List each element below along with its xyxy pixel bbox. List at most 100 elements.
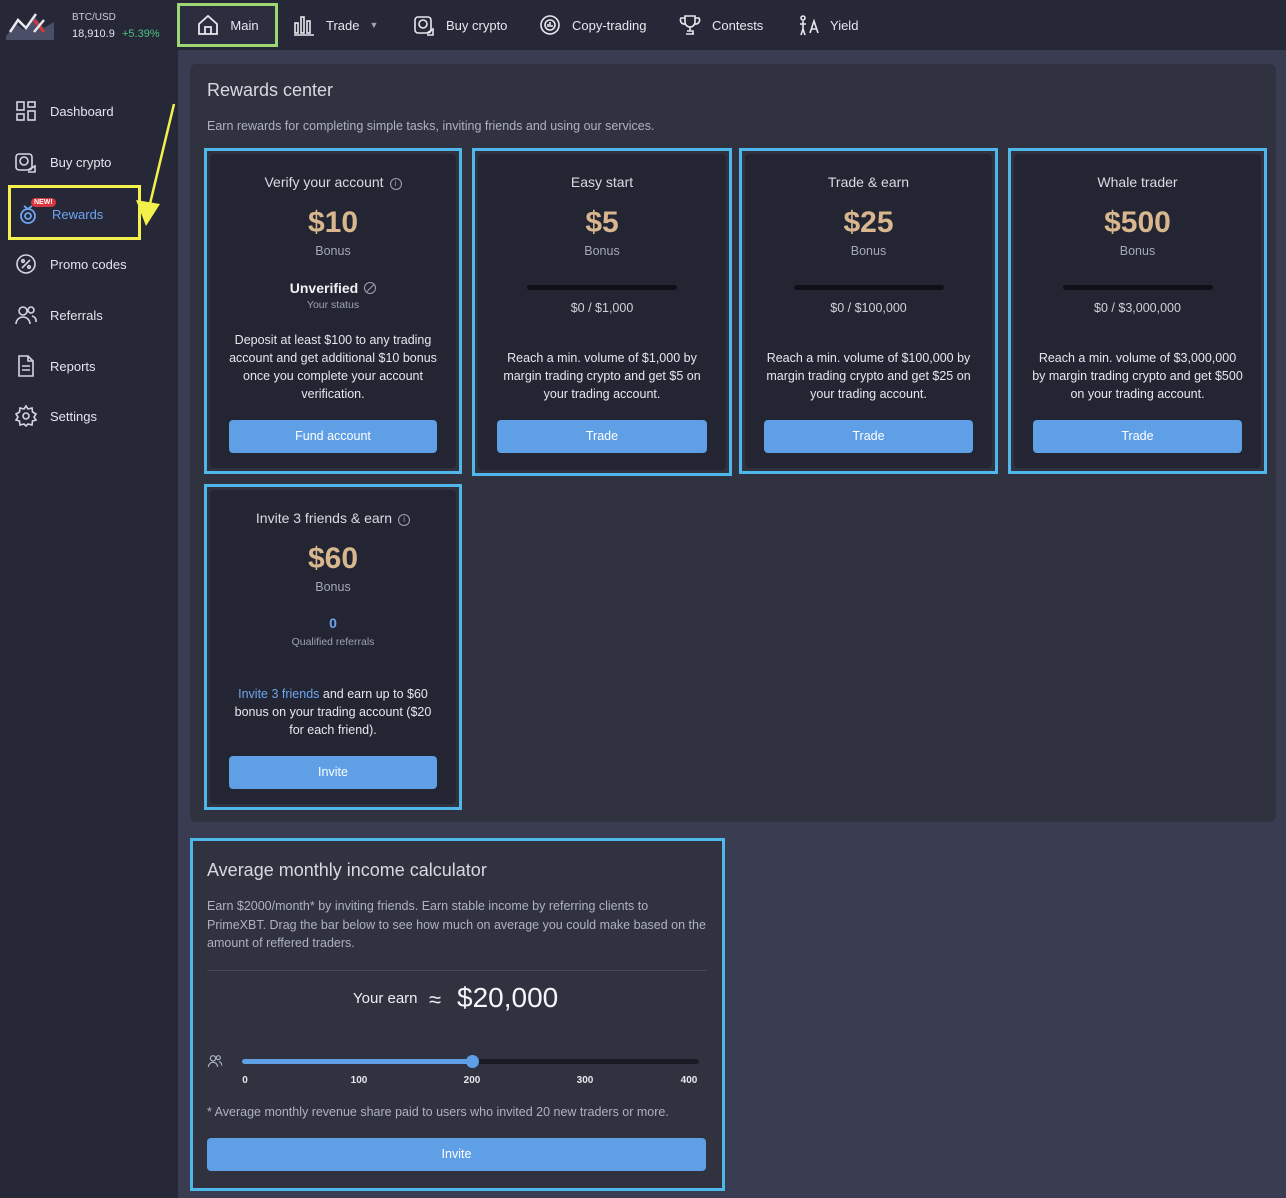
home-icon: [198, 14, 219, 35]
trophy-icon: [679, 15, 701, 35]
footnote: * Average monthly revenue share paid to …: [207, 1105, 669, 1119]
nav-buy-crypto-label: Buy crypto: [446, 17, 508, 33]
nav-trade[interactable]: Trade ▼: [288, 4, 382, 46]
bonus-label: Bonus: [1119, 244, 1156, 258]
sidebar-item-rewards[interactable]: Rewards: [16, 199, 103, 229]
slider-thumb[interactable]: [466, 1055, 479, 1068]
earn-label: Your earn: [353, 990, 418, 1007]
nav-contests-label: Contests: [712, 17, 764, 33]
yield-icon: [800, 15, 819, 36]
sidebar-item-reports[interactable]: Reports: [14, 351, 96, 381]
trade-button[interactable]: Trade: [764, 420, 973, 453]
sidebar-item-label: Settings: [50, 408, 97, 424]
nav-copy-trading-label: Copy-trading: [572, 17, 647, 33]
referral-label: Qualified referrals: [291, 636, 375, 648]
page-subtitle: Earn rewards for completing simple tasks…: [207, 119, 655, 133]
card-title-text: Verify your account: [264, 174, 384, 190]
nav-yield-label: Yield: [830, 17, 859, 33]
sidebar-item-settings[interactable]: Settings: [14, 401, 97, 431]
card-title: Invite 3 friends & earn i: [210, 510, 456, 526]
sidebar-item-label: Dashboard: [50, 103, 114, 119]
card-title: Easy start: [570, 174, 634, 190]
new-badge: NEW!: [31, 198, 56, 207]
reward-amount: $25: [843, 206, 894, 239]
progress-bar: [1062, 285, 1213, 290]
sidebar-item-label: Referrals: [50, 307, 103, 323]
reward-card-easy-start: Easy start $5 Bonus $0 / $1,000 Reach a …: [472, 148, 732, 476]
chevron-down-icon: ▼: [369, 20, 379, 30]
logo-icon: [6, 13, 54, 40]
nav-main[interactable]: Main: [177, 3, 278, 47]
slider-tick: 200: [463, 1075, 481, 1086]
nav-trade-label: Trade: [326, 17, 360, 33]
slider-fill: [242, 1059, 472, 1064]
nav-buy-crypto[interactable]: Buy crypto: [408, 4, 511, 46]
fund-account-button[interactable]: Fund account: [229, 420, 437, 453]
reward-card-verify: Verify your account i $10 Bonus Unverifie…: [204, 148, 462, 474]
sidebar-item-referrals[interactable]: Referrals: [14, 300, 103, 330]
progress-text: $0 / $100,000: [830, 301, 907, 315]
bonus-label: Bonus: [584, 244, 620, 258]
invite-button[interactable]: Invite: [229, 756, 437, 789]
slider-tick: 300: [576, 1075, 594, 1086]
slider-tick: 0: [242, 1075, 248, 1086]
page-title: Rewards center: [207, 80, 334, 100]
reward-amount: $500: [1104, 206, 1171, 239]
card-title: Verify your account i: [210, 174, 456, 190]
bonus-label: Bonus: [315, 580, 351, 594]
nav-contests[interactable]: Contests: [674, 4, 767, 46]
sidebar-item-promo-codes[interactable]: Promo codes: [14, 249, 127, 279]
status-label: Unverified: [210, 280, 456, 296]
sidebar-item-label: Promo codes: [50, 256, 127, 272]
reports-icon: [18, 355, 34, 377]
progress-text: $0 / $1,000: [570, 301, 634, 315]
nav-copy-trading[interactable]: Copy-trading: [534, 4, 650, 46]
sidebar-item-label: Buy crypto: [50, 154, 112, 170]
invite-button[interactable]: Invite: [207, 1138, 706, 1171]
calculator-title: Average monthly income calculator: [207, 860, 487, 880]
nav-main-label: Main: [230, 17, 259, 33]
rewards-panel: Rewards center Earn rewards for completi…: [190, 64, 1276, 822]
reward-amount: $10: [307, 206, 359, 239]
nav-yield[interactable]: Yield: [792, 4, 862, 46]
trade-button[interactable]: Trade: [497, 420, 707, 453]
invite-link[interactable]: Invite 3 friends: [238, 687, 319, 701]
card-description: Reach a min. volume of $1,000 by margin …: [503, 351, 701, 401]
progress-text: $0 / $3,000,000: [1094, 301, 1181, 315]
card-description: Invite 3 friends and earn up to $60 bonu…: [228, 685, 438, 739]
gear-icon: [14, 404, 38, 428]
buy-crypto-icon: [15, 153, 36, 173]
ticker-change: +5.39%: [122, 28, 160, 40]
buy-crypto-icon: [414, 16, 434, 36]
card-description: Deposit at least $100 to any trading acc…: [229, 333, 437, 401]
sidebar-item-dashboard[interactable]: Dashboard: [14, 96, 114, 126]
info-icon[interactable]: i: [398, 514, 411, 526]
slider-tick: 400: [680, 1075, 698, 1086]
reward-card-invite-friends: Invite 3 friends & earn i $60 Bonus 0 Qua…: [204, 484, 462, 810]
reward-card-whale-trader: Whale trader $500 Bonus $0 / $3,000,000 …: [1008, 148, 1267, 474]
bar-chart-icon: [294, 16, 314, 36]
referral-count: 0: [329, 615, 337, 631]
sidebar: Dashboard Buy crypto Rewards NEW! Promo …: [0, 50, 178, 1198]
reward-card-trade-earn: Trade & earn $25 Bonus $0 / $100,000 Rea…: [739, 148, 998, 474]
ticker[interactable]: BTC/USD 18,910.9 +5.39%: [4, 4, 174, 46]
card-title: Trade & earn: [827, 174, 910, 190]
reward-amount: $60: [307, 542, 359, 575]
bonus-label: Bonus: [315, 244, 351, 258]
card-description: Reach a min. volume of $3,000,000 by mar…: [1032, 351, 1243, 401]
users-icon: [207, 1055, 223, 1068]
info-icon[interactable]: i: [389, 178, 402, 190]
status-text: Unverified: [289, 280, 359, 296]
slider-tick: 100: [350, 1075, 368, 1086]
sidebar-item-buy-crypto[interactable]: Buy crypto: [14, 147, 111, 177]
referral-slider[interactable]: [242, 1055, 699, 1068]
status-sub: Your status: [306, 299, 360, 311]
divider: [207, 970, 707, 971]
trade-button[interactable]: Trade: [1033, 420, 1242, 453]
approx-symbol: ≈: [429, 987, 442, 1012]
income-calculator: Average monthly income calculator Earn $…: [190, 838, 725, 1191]
progress-bar: [527, 285, 677, 290]
bonus-label: Bonus: [850, 244, 887, 258]
earn-value: $20,000: [457, 982, 559, 1013]
card-title-text: Invite 3 friends & earn: [255, 510, 393, 526]
